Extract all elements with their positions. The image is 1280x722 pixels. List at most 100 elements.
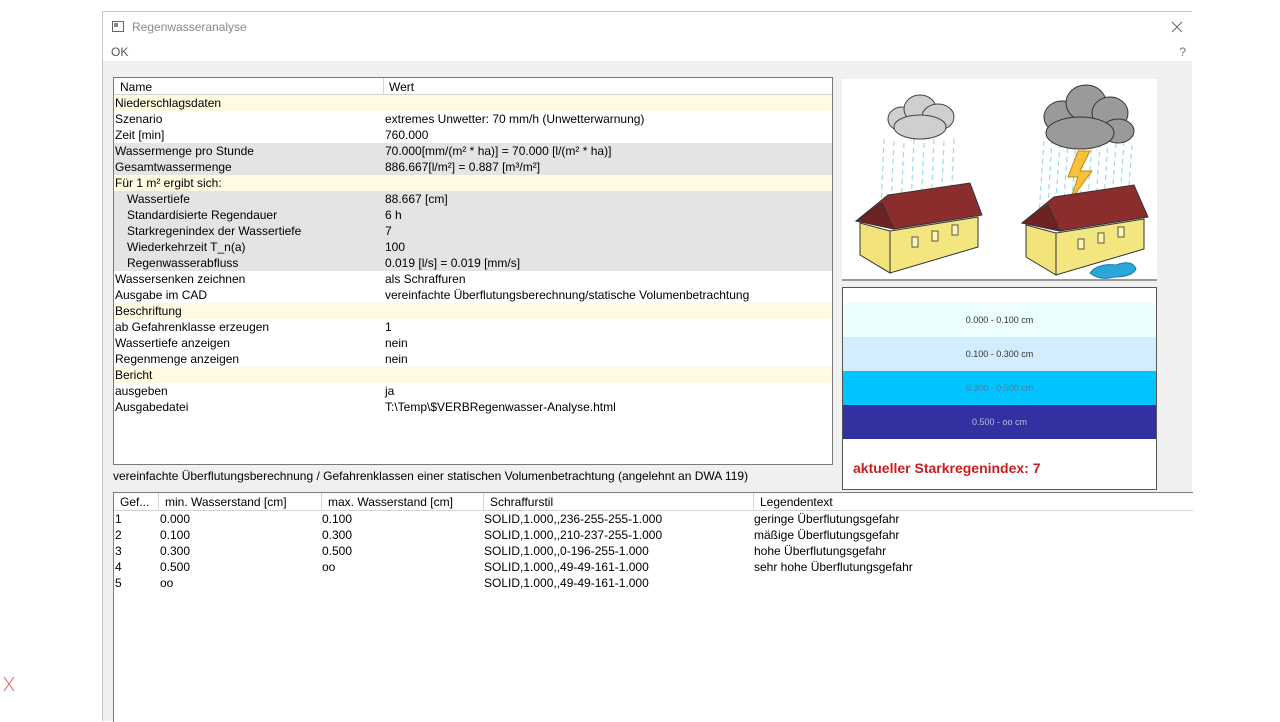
property-value: 6 h <box>385 208 402 222</box>
property-value: 70.000[mm/(m² * ha)] = 70.000 [l/(m² * h… <box>385 144 612 158</box>
property-value: 760.000 <box>385 128 429 142</box>
heavy-rain-index-label: aktueller Starkregenindex: 7 <box>853 460 1041 476</box>
legend-band: 0.500 - oo cm <box>843 405 1156 439</box>
max-level-cell: 0.100 <box>322 512 353 526</box>
property-value: extremes Unwetter: 70 mm/h (Unwetterwarn… <box>385 112 645 126</box>
property-name: ab Gefahrenklasse erzeugen <box>115 320 270 334</box>
property-row[interactable]: Wassersenken zeichnen als Schraffuren <box>114 271 832 287</box>
class-cell: 3 <box>115 544 122 558</box>
column-header-value[interactable]: Wert <box>389 80 414 94</box>
min-level-cell: 0.500 <box>160 560 191 574</box>
property-name: Niederschlagsdaten <box>115 96 222 110</box>
ok-menu-item[interactable]: OK <box>111 45 128 59</box>
property-section-row[interactable]: Bericht <box>114 367 832 383</box>
property-value: vereinfachte Überflutungsberechnung/stat… <box>385 288 750 302</box>
table-row[interactable]: 5 oo SOLID,1.000,,49-49-161-1.000 <box>114 575 1193 591</box>
property-name: Regenmenge anzeigen <box>115 352 240 366</box>
property-grid[interactable]: Name Wert Niederschlagsdaten Szenario extr… <box>113 77 833 465</box>
property-value: 886.667[l/m²] = 0.887 [m³/m²] <box>385 160 541 174</box>
max-level-cell: 0.300 <box>322 528 353 542</box>
property-row[interactable]: Zeit [min] 760.000 <box>114 127 832 143</box>
property-row[interactable]: Ausgabedatei T:\Temp\$VERBRegenwasser-Ana… <box>114 399 832 415</box>
column-header-name[interactable]: Name <box>120 80 152 94</box>
header-separator[interactable] <box>158 493 159 510</box>
property-value: nein <box>385 352 408 366</box>
property-row[interactable]: Szenario extremes Unwetter: 70 mm/h (Unwe… <box>114 111 832 127</box>
hatch-style-cell: SOLID,1.000,,49-49-161-1.000 <box>484 576 649 590</box>
class-cell: 1 <box>115 512 122 526</box>
min-level-cell: oo <box>160 576 174 590</box>
table-caption: vereinfachte Überflutungsberechnung / Ge… <box>113 469 749 483</box>
min-level-cell: 0.300 <box>160 544 191 558</box>
help-menu-item[interactable]: ? <box>1179 45 1186 59</box>
property-name: Szenario <box>115 112 163 126</box>
property-name: Wiederkehrzeit T_n(a) <box>127 240 246 254</box>
property-value: 100 <box>385 240 406 254</box>
property-value: 1 <box>385 320 392 334</box>
max-level-cell: oo <box>322 560 336 574</box>
header-separator[interactable] <box>753 493 754 510</box>
column-header-hatch-style[interactable]: Schraffurstil <box>490 495 553 509</box>
hatch-style-cell: SOLID,1.000,,236-255-255-1.000 <box>484 512 663 526</box>
table-row[interactable]: 2 0.100 0.300 SOLID,1.000,,210-237-255-1.00… <box>114 527 1193 543</box>
property-row[interactable]: Wassertiefe 88.667 [cm] <box>114 191 832 207</box>
property-row[interactable]: Regenmenge anzeigen nein <box>114 351 832 367</box>
legend-text-cell: sehr hohe Überflutungsgefahr <box>754 560 913 574</box>
property-name: Für 1 m² ergibt sich: <box>115 176 222 190</box>
property-name: Beschriftung <box>115 304 182 318</box>
hatch-style-cell: SOLID,1.000,,210-237-255-1.000 <box>484 528 663 542</box>
property-section-row[interactable]: Für 1 m² ergibt sich: <box>114 175 832 191</box>
property-name: Zeit [min] <box>115 128 165 142</box>
hazard-class-table[interactable]: Gef... min. Wasserstand [cm] max. Wasser… <box>113 492 1193 722</box>
property-value: 7 <box>385 224 392 238</box>
dialog-window: Regenwasseranalyse OK ? Name Wert Nieder… <box>102 11 1193 722</box>
property-section-row[interactable]: Niederschlagsdaten <box>114 95 832 111</box>
property-row[interactable]: Wiederkehrzeit T_n(a) 100 <box>114 239 832 255</box>
property-name: Wassermenge pro Stunde <box>115 144 254 158</box>
column-header-max-level[interactable]: max. Wasserstand [cm] <box>328 495 453 509</box>
property-value: T:\Temp\$VERBRegenwasser-Analyse.html <box>385 400 616 414</box>
property-row[interactable]: Wassertiefe anzeigen nein <box>114 335 832 351</box>
header-separator[interactable] <box>321 493 322 510</box>
column-header-class[interactable]: Gef... <box>120 495 149 509</box>
property-value: nein <box>385 336 408 350</box>
hatch-style-cell: SOLID,1.000,,49-49-161-1.000 <box>484 560 649 574</box>
property-row[interactable]: ausgeben ja <box>114 383 832 399</box>
legend-band: 0.000 - 0.100 cm <box>843 303 1156 337</box>
property-row[interactable]: Wassermenge pro Stunde 70.000[mm/(m² * ha… <box>114 143 832 159</box>
property-row[interactable]: ab Gefahrenklasse erzeugen 1 <box>114 319 832 335</box>
legend-band: 0.300 - 0.500 cm <box>843 371 1156 405</box>
header-separator[interactable] <box>383 78 384 94</box>
hazard-legend: 0.000 - 0.100 cm 0.100 - 0.300 cm 0.300 - … <box>842 287 1157 490</box>
property-rows: Niederschlagsdaten Szenario extremes Unwet… <box>114 95 832 415</box>
table-row[interactable]: 1 0.000 0.100 SOLID,1.000,,236-255-255-1.00… <box>114 511 1193 527</box>
window-app-icon <box>112 21 124 32</box>
property-name: Wassersenken zeichnen <box>115 272 246 286</box>
property-value: 0.019 [l/s] = 0.019 [mm/s] <box>385 256 521 270</box>
property-name: Standardisierte Regendauer <box>127 208 278 222</box>
property-row[interactable]: Gesamtwassermenge 886.667[l/m²] = 0.887 [… <box>114 159 832 175</box>
property-row[interactable]: Regenwasserabfluss 0.019 [l/s] = 0.019 [m… <box>114 255 832 271</box>
close-icon[interactable] <box>1166 16 1188 38</box>
property-name: Regenwasserabfluss <box>127 256 239 270</box>
header-separator[interactable] <box>483 493 484 510</box>
legend-text-cell: mäßige Überflutungsgefahr <box>754 528 900 542</box>
rain-illustration <box>842 79 1157 281</box>
column-header-legend-text[interactable]: Legendentext <box>760 495 833 509</box>
min-level-cell: 0.100 <box>160 528 191 542</box>
table-row[interactable]: 3 0.300 0.500 SOLID,1.000,,0-196-255-1.000 h… <box>114 543 1193 559</box>
max-level-cell: 0.500 <box>322 544 353 558</box>
property-row[interactable]: Standardisierte Regendauer 6 h <box>114 207 832 223</box>
property-section-row[interactable]: Beschriftung <box>114 303 832 319</box>
title-bar: Regenwasseranalyse <box>103 12 1192 42</box>
column-header-min-level[interactable]: min. Wasserstand [cm] <box>165 495 287 509</box>
property-row[interactable]: Starkregenindex der Wassertiefe 7 <box>114 223 832 239</box>
hatch-style-cell: SOLID,1.000,,0-196-255-1.000 <box>484 544 649 558</box>
hazard-table-rows: 1 0.000 0.100 SOLID,1.000,,236-255-255-1.00… <box>114 511 1193 591</box>
table-row[interactable]: 4 0.500 oo SOLID,1.000,,49-49-161-1.000 sehr… <box>114 559 1193 575</box>
min-level-cell: 0.000 <box>160 512 191 526</box>
property-row[interactable]: Ausgabe im CAD vereinfachte Überflutungsb… <box>114 287 832 303</box>
property-value: 88.667 [cm] <box>385 192 448 206</box>
property-name: Ausgabedatei <box>115 400 189 414</box>
hazard-table-header: Gef... min. Wasserstand [cm] max. Wasser… <box>114 493 1193 511</box>
